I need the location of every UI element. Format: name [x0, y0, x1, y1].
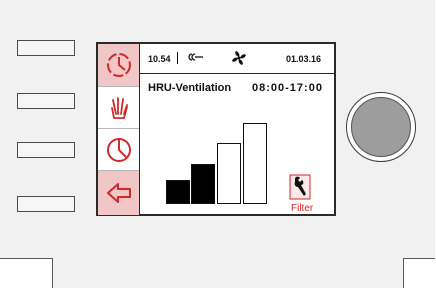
filter-label[interactable]: Filter: [291, 203, 313, 214]
sidebar-item-timer[interactable]: [98, 44, 139, 86]
level-bar-1: [166, 180, 190, 204]
sidebar-item-manual[interactable]: [98, 86, 139, 129]
filter-button[interactable]: [289, 174, 311, 205]
status-divider: [177, 52, 178, 64]
knob-face: [351, 97, 411, 157]
hardware-button-3[interactable]: [17, 142, 75, 158]
back-arrow-icon: [106, 183, 131, 203]
hardware-button-1[interactable]: [17, 40, 75, 56]
status-time: 10.54: [148, 54, 171, 64]
device-stand: [52, 258, 404, 288]
hand-icon: [110, 97, 128, 119]
sidebar-item-back[interactable]: [98, 170, 139, 215]
hardware-button-4[interactable]: [17, 196, 75, 212]
status-bar: 10.54 01.03.16: [140, 44, 334, 74]
level-bar-2: [191, 164, 215, 204]
level-bar-3: [217, 143, 241, 204]
rotary-knob[interactable]: [346, 92, 416, 162]
level-bar-4: [243, 123, 267, 204]
fan-icon: [232, 51, 246, 65]
schedule-time: 08:00-17:00: [252, 82, 323, 94]
device-housing: 10.54 01.03.16 HRU-Ventilation 08:00-17:…: [0, 0, 435, 259]
sidebar-item-schedule[interactable]: [98, 128, 139, 171]
wrench-icon: [289, 174, 311, 200]
status-date: 01.03.16: [286, 54, 322, 64]
lcd-display: 10.54 01.03.16 HRU-Ventilation 08:00-17:…: [96, 42, 336, 216]
clock-icon: [106, 138, 131, 162]
mode-title: HRU-Ventilation: [148, 82, 232, 94]
hardware-button-2[interactable]: [17, 93, 75, 109]
connection-icon: [188, 53, 203, 61]
sidebar-menu: [98, 44, 140, 215]
timer-icon: [106, 53, 131, 77]
